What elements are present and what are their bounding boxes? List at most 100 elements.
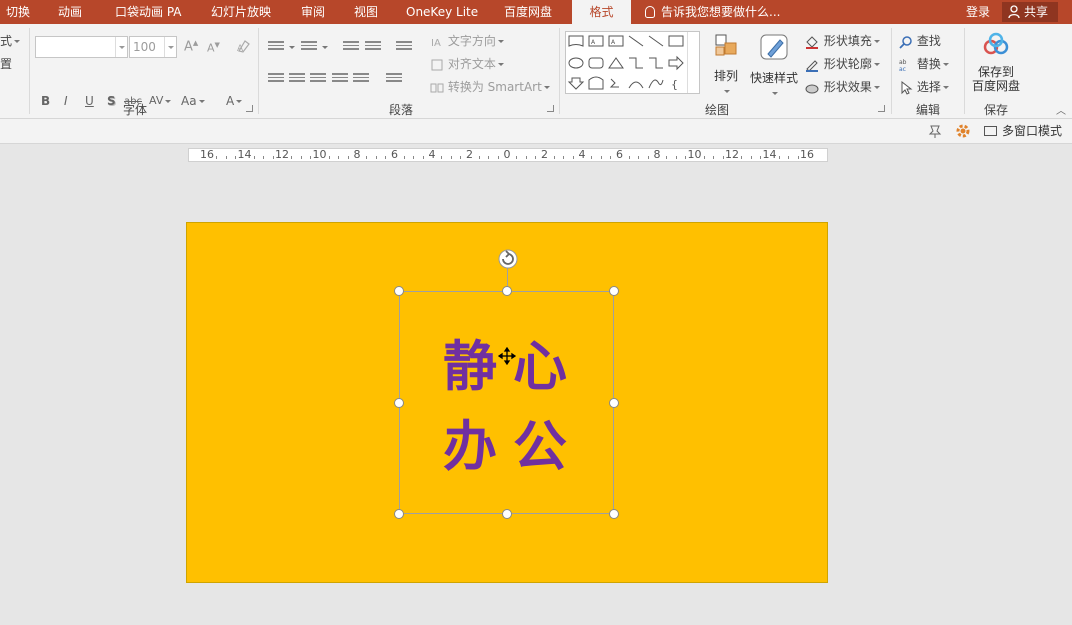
collapse-ribbon-icon[interactable]: ︿	[1056, 102, 1066, 117]
drawing-dialog-launcher[interactable]	[878, 105, 885, 112]
bold-button[interactable]: B	[41, 94, 50, 108]
font-color-button[interactable]: A	[226, 94, 242, 108]
slide-text-line-2[interactable]: 办公	[443, 402, 583, 481]
save-to-baidu-button[interactable]: 保存到 百度网盘	[968, 32, 1024, 93]
find-button[interactable]: 查找	[899, 32, 941, 49]
ruler-tick	[413, 156, 414, 159]
ruler-tick	[798, 156, 799, 159]
ruler-number: 6	[616, 148, 623, 161]
ruler-tick	[348, 156, 349, 159]
resize-handle-bottom-right[interactable]	[609, 509, 619, 519]
shape-outline-button[interactable]: 形状轮廓	[804, 55, 880, 72]
resize-handle-top-right[interactable]	[609, 286, 619, 296]
decrease-indent-icon[interactable]	[343, 41, 359, 53]
ruler-tick	[235, 156, 236, 159]
ruler-number: 10	[688, 148, 702, 161]
shape-fill-button[interactable]: 形状填充	[804, 32, 880, 49]
quick-styles-button[interactable]: 快速样式	[748, 32, 800, 100]
ruler-tick	[610, 156, 611, 159]
tab-slideshow[interactable]: 幻灯片放映	[211, 0, 271, 24]
align-right-icon[interactable]	[310, 73, 326, 85]
font-size-input[interactable]: 100	[129, 36, 177, 58]
resize-handle-right[interactable]	[609, 398, 619, 408]
rotate-handle-icon[interactable]	[498, 249, 518, 269]
change-case-button[interactable]: Aa	[181, 94, 205, 108]
ruler-tick	[376, 156, 377, 159]
bullets-icon[interactable]	[268, 41, 284, 53]
ruler-tick	[404, 156, 405, 159]
arrange-icon	[712, 32, 740, 60]
left-clipped-item-2[interactable]: 置	[0, 55, 12, 72]
multi-window-mode-button[interactable]: 多窗口模式	[984, 119, 1062, 143]
save-group-label: 保存	[961, 101, 1031, 118]
text-direction-button[interactable]: IA 文字方向	[430, 32, 504, 49]
ruler-tick	[488, 156, 489, 159]
increase-indent-icon[interactable]	[365, 41, 381, 53]
editing-group-label: 编辑	[893, 101, 963, 118]
line-spacing-icon[interactable]	[396, 41, 412, 53]
tell-me-search[interactable]: 告诉我您想要做什么...	[645, 0, 780, 24]
italic-button[interactable]: I	[64, 94, 68, 108]
pin-icon[interactable]	[927, 124, 943, 138]
arrange-button[interactable]: 排列	[708, 32, 744, 98]
ruler-tick	[254, 156, 255, 159]
paragraph-dialog-launcher[interactable]	[547, 105, 554, 112]
ruler-tick	[704, 156, 705, 159]
ruler-number: 10	[313, 148, 327, 161]
ruler-number: 12	[275, 148, 289, 161]
tab-animations[interactable]: 动画	[58, 0, 82, 24]
ruler-tick	[329, 156, 330, 159]
text-direction-icon: IA	[430, 35, 444, 49]
tab-view[interactable]: 视图	[354, 0, 378, 24]
replace-button[interactable]: abac 替换	[899, 55, 949, 72]
resize-handle-left[interactable]	[394, 398, 404, 408]
ruler-tick	[516, 156, 517, 159]
shrink-font-icon[interactable]: A▼	[207, 41, 220, 55]
font-group-label: 字体	[100, 101, 170, 118]
tab-format[interactable]: 格式	[572, 0, 631, 24]
justify-icon[interactable]	[332, 73, 348, 85]
resize-handle-bottom-left[interactable]	[394, 509, 404, 519]
left-clipped-item-1[interactable]: 式	[0, 32, 20, 49]
share-button[interactable]: 共享	[1002, 2, 1058, 22]
window-icon	[984, 126, 997, 136]
select-button[interactable]: 选择	[899, 78, 949, 95]
align-center-icon[interactable]	[289, 73, 305, 85]
tab-pocket-animation[interactable]: 口袋动画 PA	[115, 0, 182, 24]
window-toolbar-row: 多窗口模式	[0, 119, 1072, 144]
login-link[interactable]: 登录	[966, 0, 990, 24]
shapes-gallery[interactable]: A A {	[565, 31, 700, 94]
align-left-icon[interactable]	[268, 73, 284, 85]
convert-smartart-button[interactable]: 转换为 SmartArt	[430, 78, 550, 95]
align-text-button[interactable]: 对齐文本	[430, 55, 504, 72]
smartart-icon	[430, 81, 444, 95]
tab-review[interactable]: 审阅	[301, 0, 325, 24]
clear-format-icon[interactable]: A	[236, 39, 252, 56]
columns-icon[interactable]	[386, 73, 402, 85]
underline-button[interactable]: U	[85, 94, 94, 108]
resize-handle-bottom[interactable]	[502, 509, 512, 519]
resize-handle-top[interactable]	[502, 286, 512, 296]
grow-font-icon[interactable]: A▲	[184, 39, 198, 54]
tab-baidu-netdisk[interactable]: 百度网盘	[504, 0, 552, 24]
tab-transitions[interactable]: 切换	[6, 0, 30, 24]
ruler-tick	[666, 156, 667, 159]
ruler-tick	[441, 156, 442, 159]
font-name-input[interactable]	[35, 36, 128, 58]
ruler-number: 6	[391, 148, 398, 161]
tab-onekey-lite[interactable]: OneKey Lite	[406, 0, 478, 24]
ruler-tick	[366, 156, 367, 159]
ruler-tick	[573, 156, 574, 159]
ruler-tick	[751, 156, 752, 159]
shape-effects-button[interactable]: 形状效果	[804, 78, 880, 95]
gear-icon[interactable]	[955, 123, 971, 139]
font-dialog-launcher[interactable]	[246, 105, 253, 112]
numbering-icon[interactable]	[301, 41, 317, 53]
ruler-number: 0	[504, 148, 511, 161]
shapes-gallery-scroll[interactable]	[687, 32, 699, 93]
distributed-icon[interactable]	[353, 73, 369, 85]
move-cursor-icon	[498, 347, 516, 365]
ruler-tick	[273, 156, 274, 159]
resize-handle-top-left[interactable]	[394, 286, 404, 296]
paragraph-group-label: 段落	[366, 101, 436, 118]
